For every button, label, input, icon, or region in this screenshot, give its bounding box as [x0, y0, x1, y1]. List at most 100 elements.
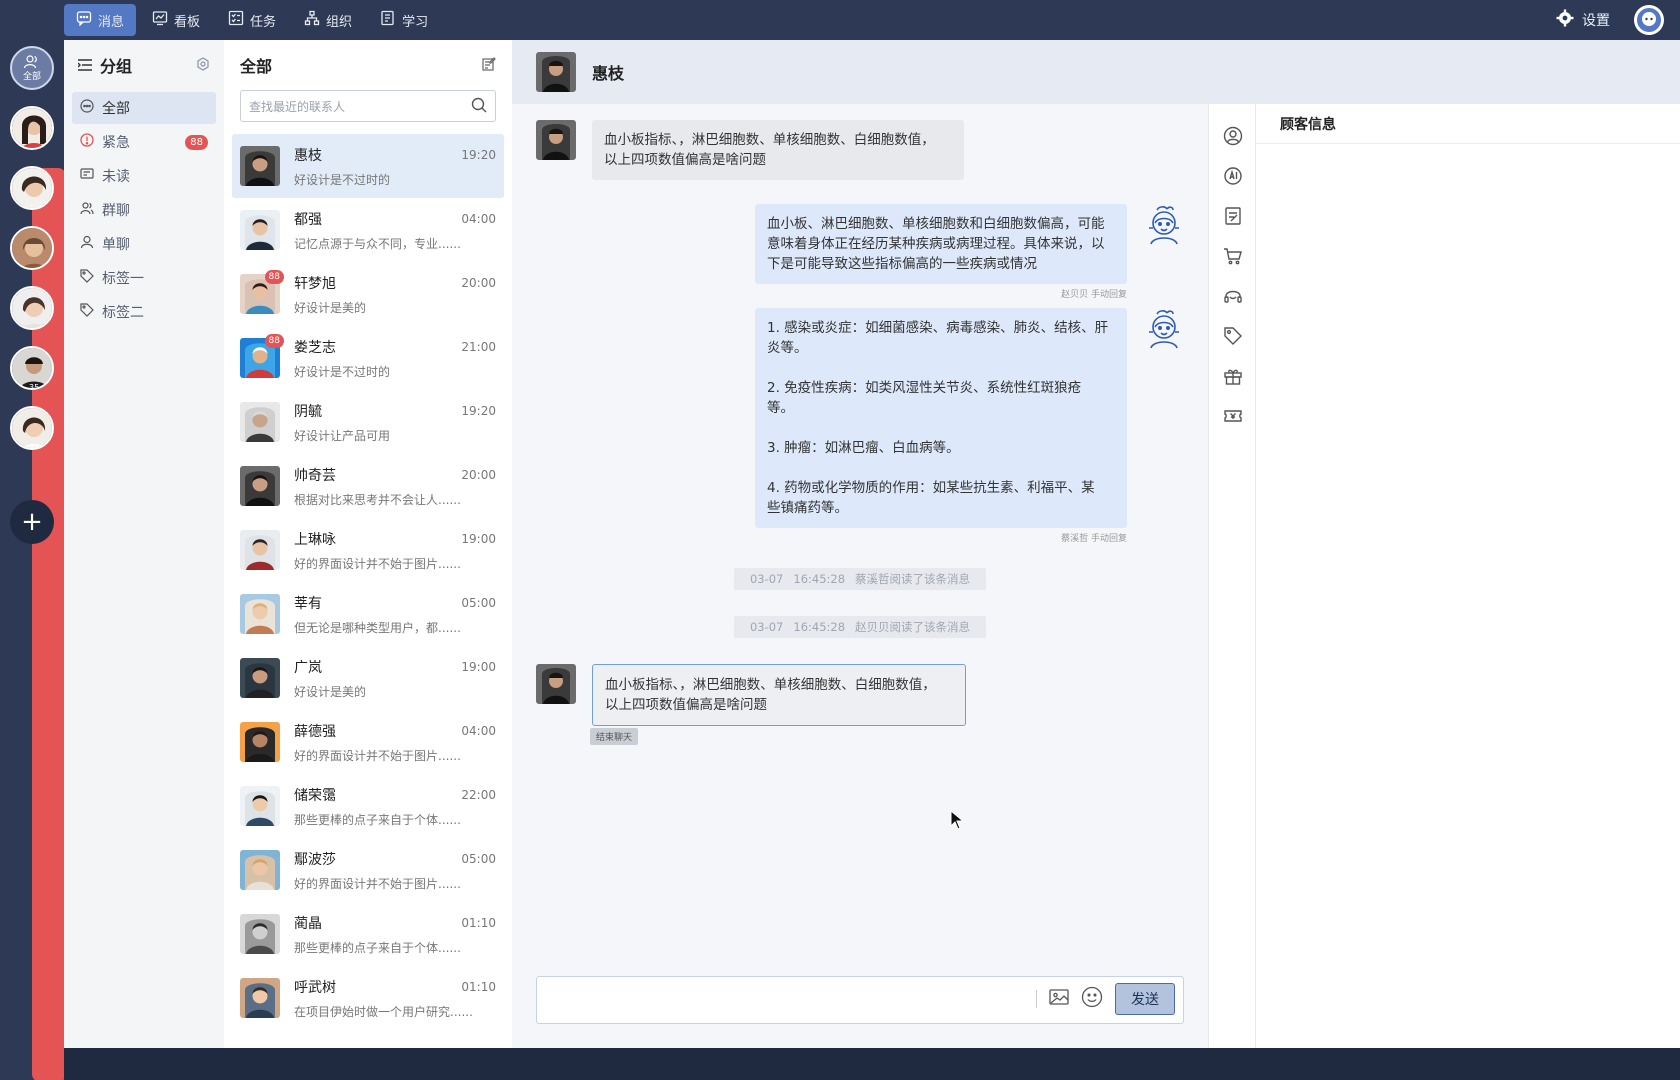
chat-header: 惠枝: [512, 40, 1680, 104]
contact-item[interactable]: 鄢波莎 05:00 好的界面设计并不始于图片......: [232, 838, 504, 902]
send-button[interactable]: 发送: [1115, 983, 1175, 1015]
contact-time: 22:00: [461, 787, 496, 802]
headset-icon[interactable]: [1223, 286, 1243, 306]
message-bubble: 血小板指标、，淋巴细胞数、单核细胞数、白细胞数值， 以上四项数值偏高是啥问题: [592, 120, 964, 180]
top-bar: 消息 看板 任务 组织 学习 设置: [0, 0, 1680, 40]
search-placeholder: 查找最近的联系人: [249, 99, 346, 114]
user-avatar[interactable]: [1634, 5, 1664, 35]
rail-all-button[interactable]: 全部: [10, 46, 54, 90]
rail-avatar[interactable]: [10, 286, 54, 330]
contact-time: 21:00: [461, 339, 496, 354]
message-composer[interactable]: 发送: [536, 976, 1184, 1024]
group-item-tag1[interactable]: 标签一: [72, 262, 216, 294]
chat-avatar: [536, 52, 576, 92]
contact-name: 阴毓: [294, 403, 322, 420]
contact-item[interactable]: 惠枝 19:20 好设计是不过时的: [232, 134, 504, 198]
contact-avatar: [240, 146, 280, 186]
groups-panel: 分组 全部 紧急 88 未读 群聊 单聊 标签一 标签二: [64, 40, 224, 1048]
contact-item[interactable]: 都强 04:00 记忆点源于与众不同，专业......: [232, 198, 504, 262]
group-item-all[interactable]: 全部: [72, 92, 216, 124]
unread-badge: 88: [185, 134, 208, 150]
nav-tab-study[interactable]: 学习: [368, 4, 440, 36]
contact-item[interactable]: 蔺晶 01:10 那些更棒的点子来自于个体......: [232, 902, 504, 966]
read-receipt: 03-07 16:45:28 赵贝贝阅读了该条消息: [734, 616, 986, 638]
contact-item[interactable]: 阴毓 19:20 好设计让产品可用: [232, 390, 504, 454]
group-item-unread[interactable]: 未读: [72, 160, 216, 192]
rail-avatar[interactable]: [10, 226, 54, 270]
contact-last-message: 好设计是不过时的: [294, 364, 391, 379]
settings-icon[interactable]: [196, 56, 210, 75]
search-input[interactable]: 查找最近的联系人: [240, 90, 496, 122]
message-line: 3. 肿瘤：如淋巴瘤、白血病等。: [767, 440, 960, 456]
message-bubble[interactable]: 血小板指标、，淋巴细胞数、单核细胞数、白细胞数值， 以上四项数值偏高是啥问题: [592, 664, 966, 726]
rail-all-label: 全部: [22, 71, 41, 82]
online-dot: [12, 170, 18, 176]
contact-info: 储荣霭 22:00 那些更棒的点子来自于个体......: [294, 785, 496, 828]
contact-item[interactable]: 储荣霭 22:00 那些更棒的点子来自于个体......: [232, 774, 504, 838]
nav-tab-tasks[interactable]: 任务: [216, 4, 288, 36]
ai-assistant-icon[interactable]: [1223, 166, 1243, 186]
notes-icon[interactable]: [1223, 206, 1243, 226]
users-icon: [23, 54, 37, 68]
contact-last-message: 那些更棒的点子来自于个体......: [294, 812, 461, 827]
end-chat-tag[interactable]: 结束聊天: [590, 728, 639, 745]
search-icon[interactable]: [471, 97, 487, 116]
nav-tab-label: 看板: [174, 14, 201, 30]
contact-item[interactable]: 上琳咏 19:00 好的界面设计并不始于图片......: [232, 518, 504, 582]
contact-item[interactable]: 88 轩梦旭 20:00 好设计是美的: [232, 262, 504, 326]
group-item-label: 群聊: [102, 203, 130, 219]
settings-button[interactable]: 设置: [1556, 9, 1610, 31]
sender-avatar: [536, 664, 576, 704]
rail-avatar[interactable]: [10, 106, 54, 150]
emoji-icon[interactable]: [1081, 986, 1103, 1012]
online-dot: [12, 110, 18, 116]
nav-tab-dashboard[interactable]: 看板: [140, 4, 212, 36]
contact-avatar: 88: [240, 270, 284, 314]
group-item-single[interactable]: 单聊: [72, 228, 216, 260]
rail-avatar[interactable]: [10, 166, 54, 210]
contact-time: 19:00: [461, 531, 496, 546]
menu-icon[interactable]: [77, 56, 92, 75]
group-item-tag2[interactable]: 标签二: [72, 296, 216, 328]
add-group-button[interactable]: +: [10, 500, 54, 544]
gift-icon[interactable]: [1223, 366, 1243, 386]
contact-avatar: [240, 786, 280, 826]
divider: [1036, 990, 1037, 1008]
message-line: 些镇痛药等。: [767, 500, 848, 516]
group-item-urgent[interactable]: 紧急 88: [72, 126, 216, 158]
read-text: 赵贝贝阅读了该条消息: [855, 620, 971, 634]
message-line: 以上四项数值偏高是啥问题: [605, 697, 767, 713]
nav-tab-messages[interactable]: 消息: [64, 4, 137, 36]
tag-icon: [80, 269, 94, 287]
bot-avatar-icon: [1145, 204, 1183, 246]
contact-time: 20:00: [461, 275, 496, 290]
contact-item[interactable]: 广岚 19:00 好设计是美的: [232, 646, 504, 710]
message-line: 血小板指标、，淋巴细胞数、单核细胞数、白细胞数值，: [604, 132, 935, 148]
contact-item[interactable]: 88 娄芝志 21:00 好设计是不过时的: [232, 326, 504, 390]
chat-bubble-icon: [80, 99, 94, 117]
contact-item[interactable]: 呼武树 01:10 在项目伊始时做一个用户研究......: [232, 966, 504, 1030]
edit-icon[interactable]: [482, 56, 496, 75]
rail-avatar[interactable]: 35: [10, 346, 54, 390]
status-dot: [12, 350, 18, 356]
image-icon[interactable]: [1049, 988, 1069, 1010]
task-icon: [228, 10, 244, 30]
customer-profile-icon[interactable]: [1223, 126, 1243, 146]
contact-avatar: 88: [240, 334, 284, 378]
outgoing-message: 血小板、淋巴细胞数、单核细胞数和白细胞数偏高，可能 意味着身体正在经历某种疾病或…: [755, 204, 1183, 300]
group-item-groupchat[interactable]: 群聊: [72, 194, 216, 226]
contact-item[interactable]: 莘有 05:00 但无论是哪种类型用户，都......: [232, 582, 504, 646]
cart-icon[interactable]: [1223, 246, 1243, 266]
tag-icon[interactable]: [1223, 326, 1243, 346]
contact-name: 呼武树: [294, 979, 336, 996]
status-dot: [12, 410, 18, 416]
coupon-icon[interactable]: [1223, 406, 1243, 426]
chat-title: 惠枝: [592, 64, 625, 83]
contact-item[interactable]: 薛德强 04:00 好的界面设计并不始于图片......: [232, 710, 504, 774]
contact-avatar: [240, 402, 280, 442]
contact-avatar: [240, 466, 280, 506]
contact-name: 蔺晶: [294, 915, 322, 932]
rail-avatar[interactable]: [10, 406, 54, 450]
contact-item[interactable]: 帅奇芸 20:00 根据对比来思考并不会让人......: [232, 454, 504, 518]
nav-tab-org[interactable]: 组织: [292, 4, 364, 36]
